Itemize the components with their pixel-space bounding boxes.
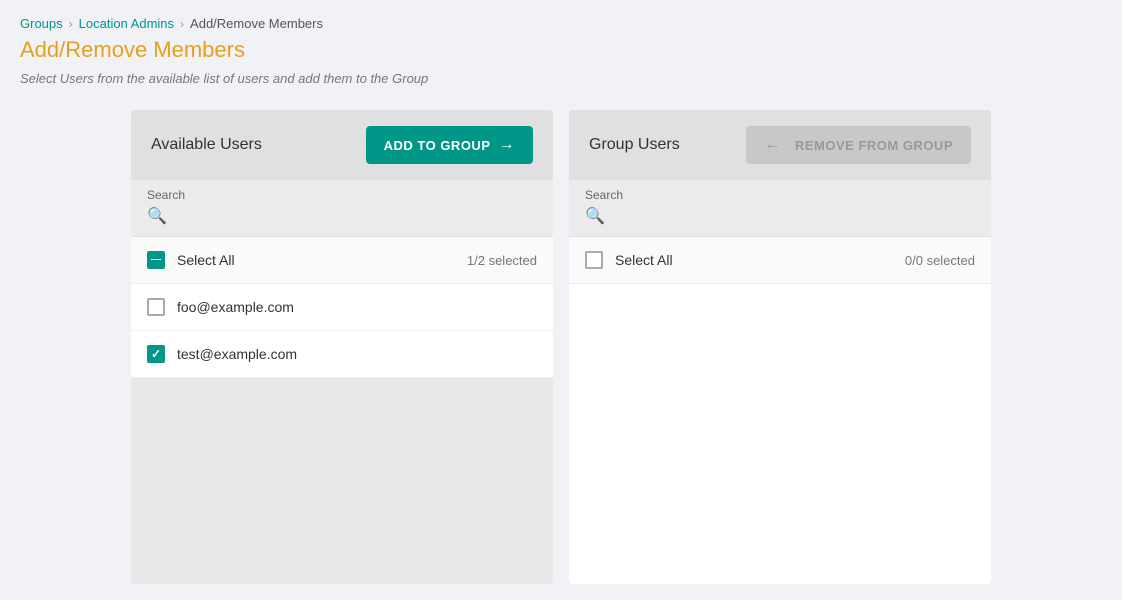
add-to-group-button[interactable]: ADD TO GROUP xyxy=(366,126,533,164)
arrow-right-icon xyxy=(499,136,516,154)
group-search-label: Search xyxy=(585,188,975,202)
available-select-all-row[interactable]: Select All 1/2 selected xyxy=(131,237,553,284)
available-user-email-1: test@example.com xyxy=(177,346,297,362)
available-search-label: Search xyxy=(147,188,537,202)
available-panel-title: Available Users xyxy=(151,136,262,154)
available-users-panel: Available Users ADD TO GROUP Search 🔍 Se… xyxy=(131,110,553,584)
available-select-all-label: Select All xyxy=(177,252,467,268)
available-user-email-0: foo@example.com xyxy=(177,299,294,315)
page-subtitle: Select Users from the available list of … xyxy=(20,71,1102,86)
group-select-all-row[interactable]: Select All 0/0 selected xyxy=(569,237,991,284)
group-panel-header: Group Users REMOVE FROM GROUP xyxy=(569,110,991,180)
breadcrumb-current: Add/Remove Members xyxy=(190,16,323,31)
page-title: Add/Remove Members xyxy=(20,37,1102,63)
available-user-row[interactable]: test@example.com xyxy=(131,331,553,378)
group-selected-count: 0/0 selected xyxy=(905,253,975,268)
available-search-icon[interactable]: 🔍 xyxy=(147,206,167,226)
available-search-area: Search 🔍 xyxy=(131,180,553,237)
group-panel-title: Group Users xyxy=(589,136,680,154)
panels-container: Available Users ADD TO GROUP Search 🔍 Se… xyxy=(131,110,991,584)
breadcrumb-separator-2: › xyxy=(180,17,184,31)
available-user-row[interactable]: foo@example.com xyxy=(131,284,553,331)
group-select-all-checkbox[interactable] xyxy=(585,251,603,269)
group-users-list: Select All 0/0 selected xyxy=(569,237,991,584)
available-select-all-checkbox[interactable] xyxy=(147,251,165,269)
breadcrumb: Groups › Location Admins › Add/Remove Me… xyxy=(20,16,1102,31)
breadcrumb-location-admins-link[interactable]: Location Admins xyxy=(79,16,174,31)
breadcrumb-groups-link[interactable]: Groups xyxy=(20,16,63,31)
group-users-empty xyxy=(569,284,991,584)
remove-from-group-button[interactable]: REMOVE FROM GROUP xyxy=(746,126,971,164)
available-users-list: Select All 1/2 selected foo@example.com t… xyxy=(131,237,553,378)
available-user-checkbox-0[interactable] xyxy=(147,298,165,316)
group-users-panel: Group Users REMOVE FROM GROUP Search 🔍 S… xyxy=(569,110,991,584)
group-search-area: Search 🔍 xyxy=(569,180,991,237)
breadcrumb-separator-1: › xyxy=(69,17,73,31)
arrow-left-icon xyxy=(764,136,787,154)
available-selected-count: 1/2 selected xyxy=(467,253,537,268)
group-search-icon[interactable]: 🔍 xyxy=(585,206,605,226)
available-users-rows: foo@example.com test@example.com xyxy=(131,284,553,378)
available-user-checkbox-1[interactable] xyxy=(147,345,165,363)
available-panel-header: Available Users ADD TO GROUP xyxy=(131,110,553,180)
group-select-all-label: Select All xyxy=(615,252,905,268)
